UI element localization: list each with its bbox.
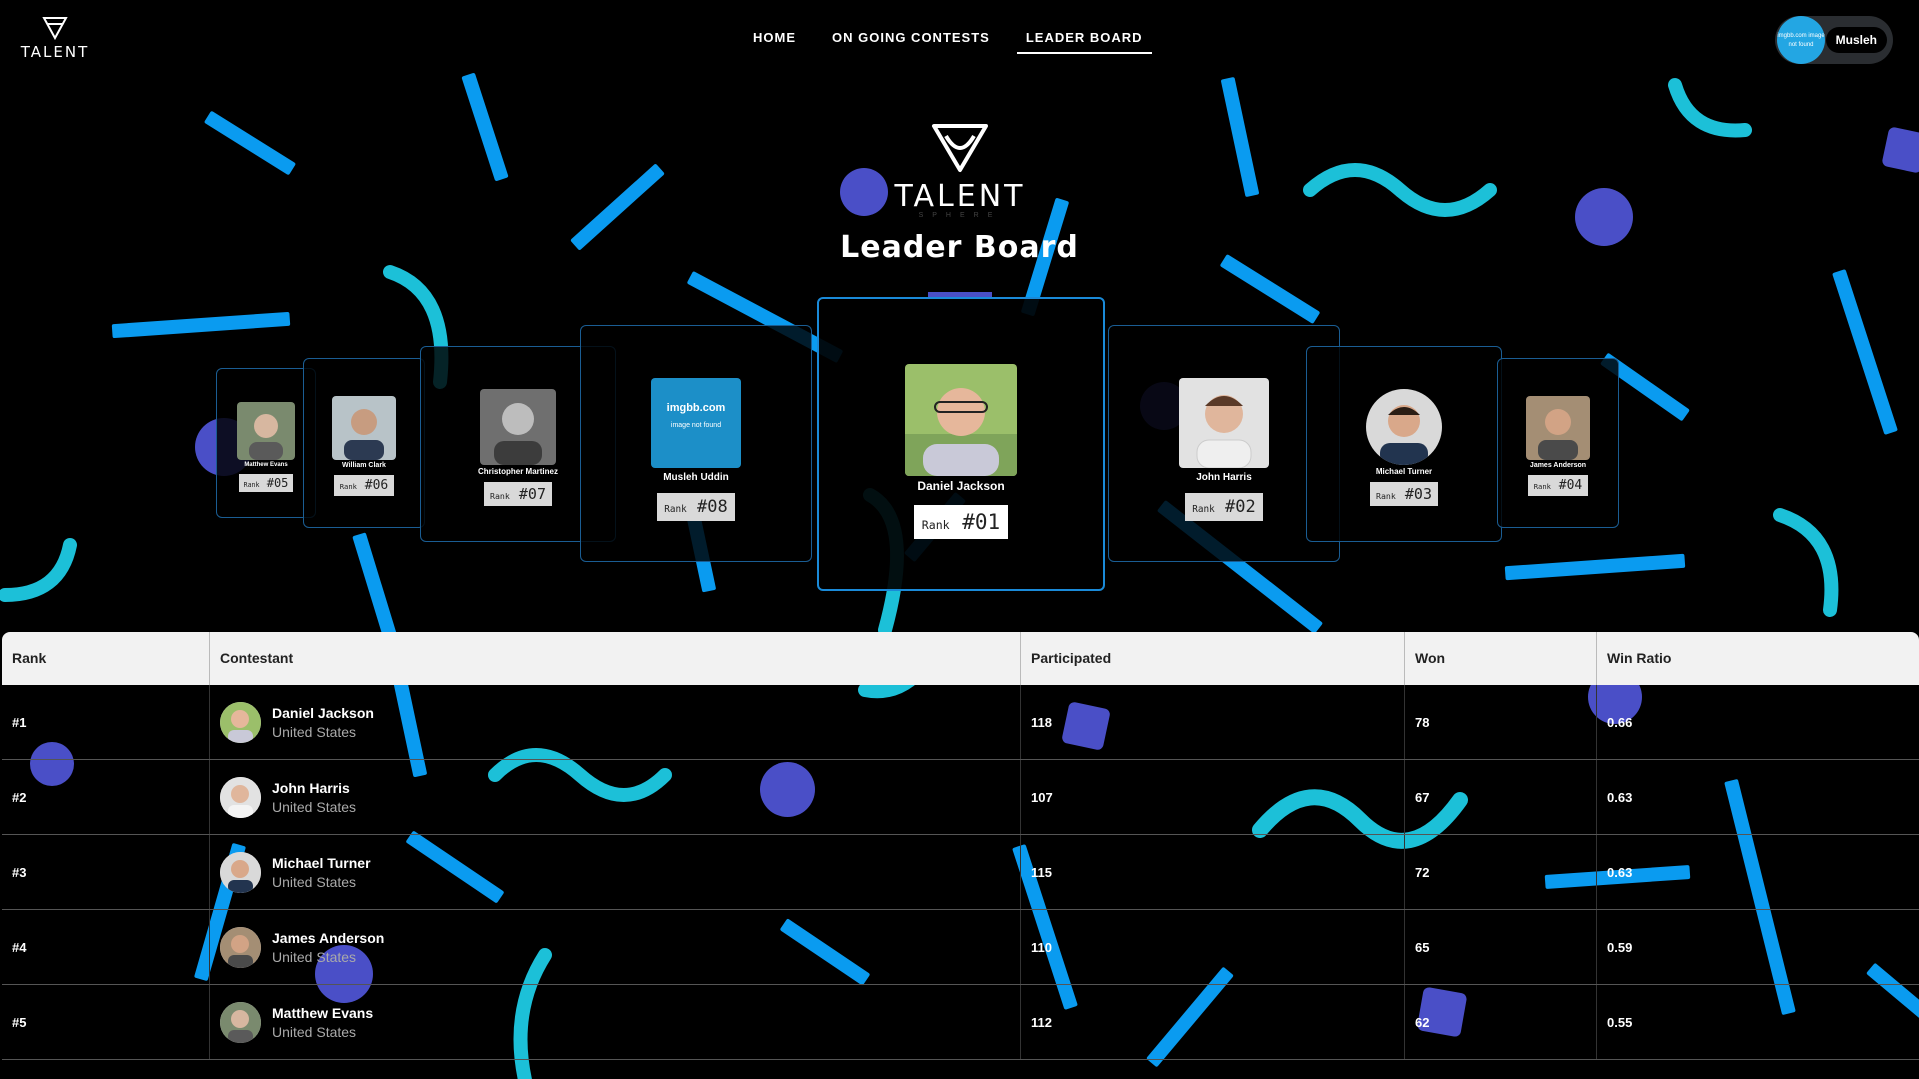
table-header: Rank Contestant Participated Won Win Rat… — [2, 632, 1919, 685]
contestant-photo — [237, 402, 295, 460]
avatar — [220, 1001, 261, 1043]
contestant-photo — [1366, 389, 1442, 465]
contestant-photo — [1526, 396, 1590, 460]
leader-card[interactable]: William Clark Rank #06 — [303, 358, 425, 528]
brand-text: TALENT — [20, 43, 90, 61]
rank-badge: Rank #01 — [913, 505, 1009, 539]
table-row[interactable]: #1 Daniel Jackson United States 118 78 0.… — [2, 685, 1919, 760]
win-ratio-cell: 0.63 — [1607, 864, 1633, 880]
rank-cell: #3 — [2, 835, 210, 909]
rank-badge: Rank #04 — [1527, 475, 1589, 496]
contestant-country: United States — [272, 798, 357, 815]
column-header-participated[interactable]: Participated — [1021, 632, 1405, 685]
title-underline — [928, 292, 992, 297]
rank-badge: Rank #03 — [1370, 482, 1438, 506]
contestant-photo — [332, 396, 396, 460]
table-row[interactable]: #4 James Anderson United States 110 65 0.… — [2, 910, 1919, 985]
rank-cell: #1 — [2, 685, 210, 759]
contestant-name[interactable]: Michael Turner — [272, 855, 371, 871]
contestant-photo — [905, 364, 1017, 476]
contestant-name[interactable]: James Anderson — [272, 930, 384, 946]
avatar — [220, 776, 261, 818]
top-navigation: TALENT HOME ON GOING CONTESTS LEADER BOA… — [0, 0, 1919, 80]
contestant-name[interactable]: Matthew Evans — [272, 1005, 373, 1021]
talent-logo-icon — [42, 17, 68, 41]
main-nav: HOME ON GOING CONTESTS LEADER BOARD — [735, 30, 1161, 54]
table-row[interactable]: #5 Matthew Evans United States 112 62 0.5… — [2, 985, 1919, 1060]
contestant-cell: Matthew Evans United States — [210, 985, 1021, 1059]
rank-badge: Rank #06 — [333, 475, 395, 496]
won-cell: 72 — [1405, 835, 1597, 909]
participated-cell: 118 — [1021, 685, 1405, 759]
won-cell: 78 — [1405, 685, 1597, 759]
won-cell: 67 — [1405, 760, 1597, 834]
leader-card[interactable]: imgbb.com image not found Musleh Uddin R… — [580, 325, 812, 562]
participated-cell: 112 — [1021, 985, 1405, 1059]
contestant-name: Matthew Evans — [244, 462, 288, 468]
contestant-name: Daniel Jackson — [917, 479, 1005, 493]
column-header-contestant[interactable]: Contestant — [210, 632, 1021, 685]
contestant-cell: James Anderson United States — [210, 910, 1021, 984]
participated-cell: 107 — [1021, 760, 1405, 834]
win-ratio-cell: 0.59 — [1607, 939, 1633, 955]
avatar — [220, 701, 261, 743]
contestant-name[interactable]: Daniel Jackson — [272, 705, 374, 721]
column-header-rank[interactable]: Rank — [2, 632, 210, 685]
contestant-cell: Daniel Jackson United States — [210, 685, 1021, 759]
rank-badge: Rank #08 — [657, 493, 735, 521]
contestant-country: United States — [272, 1023, 357, 1040]
user-name[interactable]: Musleh — [1825, 27, 1887, 53]
contestant-photo — [1179, 378, 1269, 468]
column-header-win-ratio[interactable]: Win Ratio — [1597, 632, 1919, 685]
rank-badge: Rank #05 — [238, 474, 294, 492]
contestant-name: John Harris — [1196, 472, 1252, 483]
avatar — [220, 926, 261, 968]
page-title: Leader Board — [840, 230, 1079, 265]
contestant-name: Michael Turner — [1375, 467, 1433, 476]
contestant-country: United States — [272, 873, 357, 890]
contestant-name: William Clark — [342, 462, 386, 469]
table-row[interactable]: #2 John Harris United States 107 67 0.63 — [2, 760, 1919, 835]
talent-sphere-logo-icon — [932, 124, 988, 172]
contestant-country: United States — [272, 723, 357, 740]
leader-card[interactable]: James Anderson Rank #04 — [1497, 358, 1619, 528]
contestant-country: United States — [272, 948, 357, 965]
nav-home[interactable]: HOME — [744, 30, 805, 54]
participated-cell: 110 — [1021, 910, 1405, 984]
leader-card-featured[interactable]: Daniel Jackson Rank #01 — [817, 297, 1105, 591]
rank-badge: Rank #07 — [484, 482, 552, 506]
user-menu[interactable]: imgbb.com image not found Musleh — [1775, 16, 1893, 64]
rank-badge: Rank #02 — [1185, 493, 1263, 521]
participated-cell: 115 — [1021, 835, 1405, 909]
win-ratio-cell: 0.66 — [1607, 714, 1633, 730]
contestant-cell: John Harris United States — [210, 760, 1021, 834]
rank-cell: #5 — [2, 985, 210, 1059]
nav-leader-board[interactable]: LEADER BOARD — [1016, 30, 1152, 54]
table-row[interactable]: #3 Michael Turner United States 115 72 0.… — [2, 835, 1919, 910]
win-ratio-cell: 0.55 — [1607, 1014, 1633, 1030]
won-cell: 65 — [1405, 910, 1597, 984]
nav-ongoing-contests[interactable]: ON GOING CONTESTS — [823, 30, 999, 54]
won-cell: 62 — [1405, 985, 1597, 1059]
contestant-photo — [480, 389, 556, 465]
contestant-name: Musleh Uddin — [663, 472, 729, 483]
leader-card[interactable]: Michael Turner Rank #03 — [1306, 346, 1502, 542]
rank-cell: #4 — [2, 910, 210, 984]
column-header-won[interactable]: Won — [1405, 632, 1597, 685]
hero-logo: TALENT SPHERE — [890, 120, 1030, 219]
user-avatar[interactable]: imgbb.com image not found — [1777, 16, 1825, 64]
contestant-name: James Anderson — [1529, 462, 1587, 469]
leader-card[interactable]: Matthew Evans Rank #05 — [216, 368, 316, 518]
rank-cell: #2 — [2, 760, 210, 834]
contestant-cell: Michael Turner United States — [210, 835, 1021, 909]
hero-logo-word: TALENT — [894, 179, 1026, 214]
leaderboard-table: Rank Contestant Participated Won Win Rat… — [2, 632, 1919, 1060]
contestant-name[interactable]: John Harris — [272, 780, 356, 796]
brand-logo[interactable]: TALENT — [20, 14, 90, 61]
avatar — [220, 851, 261, 893]
win-ratio-cell: 0.63 — [1607, 789, 1633, 805]
contestant-photo-placeholder: imgbb.com image not found — [651, 378, 741, 468]
